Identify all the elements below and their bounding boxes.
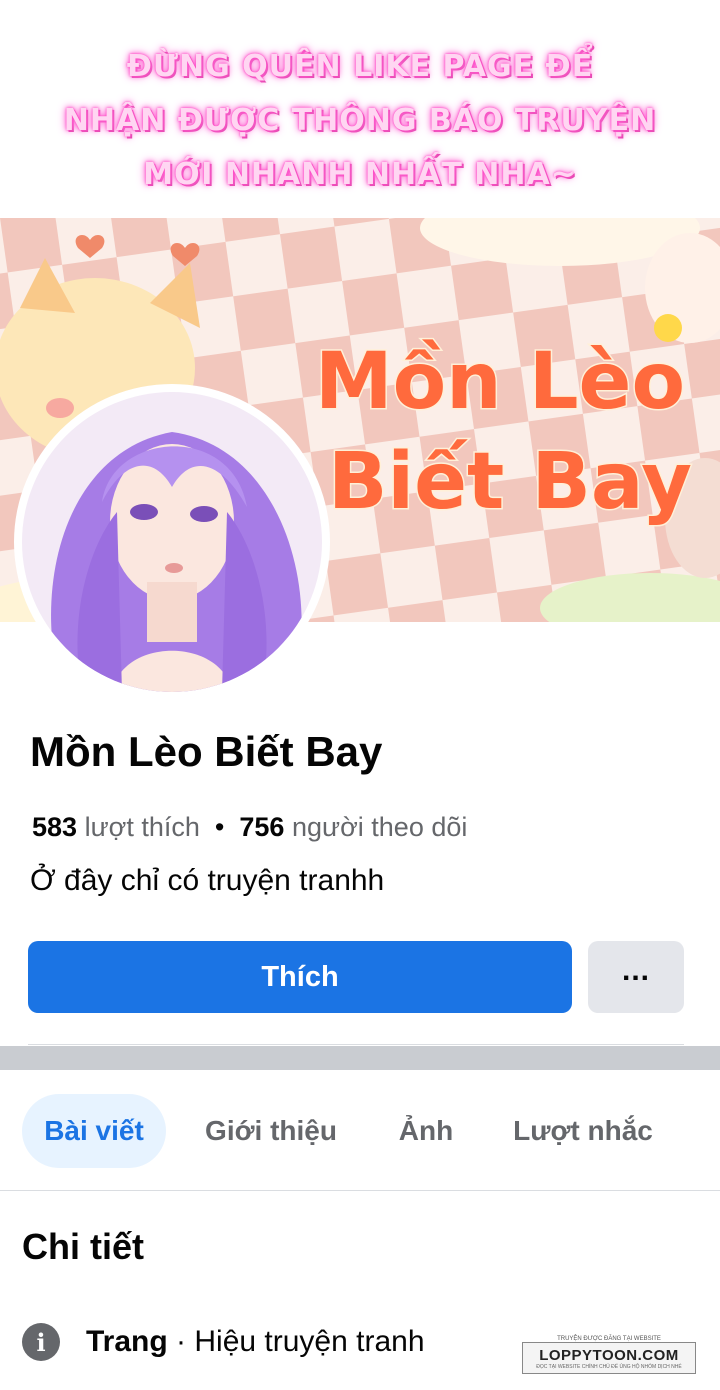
promo-banner: ĐỪNG QUÊN LIKE PAGE ĐỂ NHẬN ĐƯỢC THÔNG B…	[0, 40, 720, 202]
category-value[interactable]: Hiệu truyện tranh	[194, 1325, 424, 1358]
likes-count: 583	[32, 812, 78, 842]
tabs-divider	[0, 1190, 720, 1191]
profile-tabs: Bài viết Giới thiệu Ảnh Lượt nhắc	[0, 1094, 720, 1168]
likes-label[interactable]: lượt thích	[85, 812, 200, 842]
page-stats: 583 lượt thích • 756 người theo dõi	[32, 812, 467, 843]
ellipsis-icon: ...	[621, 954, 650, 987]
cover-title-2: Biết Bay	[328, 437, 692, 527]
promo-line-1: ĐỪNG QUÊN LIKE PAGE ĐỂ	[126, 49, 594, 84]
promo-line-3: MỚI NHANH NHẤT NHA~	[143, 157, 577, 192]
promo-line-2: NHẬN ĐƯỢC THÔNG BÁO TRUYỆN	[63, 103, 657, 138]
category-separator: ·	[176, 1325, 187, 1358]
tab-mentions[interactable]: Lượt nhắc	[500, 1094, 666, 1168]
followers-count: 756	[239, 812, 285, 842]
detail-category: Trang · Hiệu truyện tranh	[86, 1325, 425, 1359]
profile-avatar[interactable]	[14, 384, 330, 700]
like-button[interactable]: Thích	[28, 941, 572, 1013]
page-name: Mồn Lèo Biết Bay	[30, 728, 383, 775]
page-bio: Ở đây chỉ có truyện tranhh	[30, 864, 385, 897]
tab-posts[interactable]: Bài viết	[22, 1094, 166, 1168]
like-button-label: Thích	[261, 960, 339, 993]
stats-separator: •	[214, 812, 225, 842]
category-key: Trang	[86, 1325, 168, 1358]
avatar-illustration	[22, 392, 322, 692]
watermark-main: LOPPYTOON.COM	[539, 1346, 679, 1364]
divider	[28, 1044, 684, 1045]
more-options-button[interactable]: ...	[588, 941, 684, 1013]
section-separator	[0, 1046, 720, 1070]
tab-about[interactable]: Giới thiệu	[188, 1094, 354, 1168]
watermark-top: TRUYỆN ĐƯỢC ĐĂNG TẠI WEBSITE	[554, 1336, 664, 1342]
detail-category-row: i Trang · Hiệu truyện tranh	[22, 1320, 425, 1364]
site-watermark: TRUYỆN ĐƯỢC ĐĂNG TẠI WEBSITE LOPPYTOON.C…	[522, 1336, 696, 1374]
details-title: Chi tiết	[22, 1226, 144, 1267]
watermark-sub: ĐỌC TẠI WEBSITE CHÍNH CHỦ ĐỂ ỦNG HỘ NHÓM…	[536, 1363, 682, 1370]
followers-label[interactable]: người theo dõi	[292, 812, 467, 842]
info-icon: i	[22, 1323, 60, 1361]
tab-photos[interactable]: Ảnh	[378, 1094, 474, 1168]
cover-title-1: Mồn Lèo	[315, 337, 685, 427]
